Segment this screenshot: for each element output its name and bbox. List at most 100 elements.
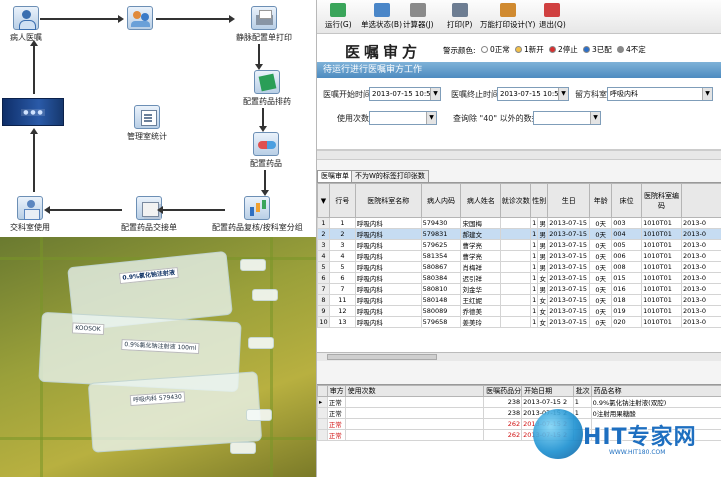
table-cell[interactable]: 0天 xyxy=(589,228,613,240)
table-cell[interactable] xyxy=(500,217,532,229)
table-cell[interactable]: 4 xyxy=(328,250,356,262)
table-cell[interactable] xyxy=(344,407,485,419)
table-cell[interactable]: 0天 xyxy=(589,283,613,295)
table-cell[interactable]: 男 xyxy=(537,283,549,295)
table-cell[interactable]: 5 xyxy=(328,261,356,273)
table-cell[interactable]: 呼吸内科 xyxy=(354,261,422,273)
col-use-count[interactable]: 使用次数 xyxy=(344,385,485,397)
table-cell[interactable]: 2013-07-15 xyxy=(547,239,591,251)
col-review[interactable]: 审方 xyxy=(326,385,346,397)
table-cell[interactable]: 正常 xyxy=(326,418,346,430)
chevron-down-icon[interactable]: ▼ xyxy=(702,88,712,100)
table-cell[interactable]: 郝建文 xyxy=(460,228,502,240)
tab-order-review[interactable]: 医嘱审单 xyxy=(317,170,353,182)
table-cell[interactable]: 238 xyxy=(483,396,523,408)
table-row[interactable]: 3 3 呼吸内科 579625 曹学亮 1 男 2013-07-15 0天 005 1010T01 2… xyxy=(317,239,721,251)
table-row[interactable]: 5 5 呼吸内科 580867 肖梅祥 1 男 2013-07-15 0天 008 1010T01 2… xyxy=(317,261,721,273)
table-cell[interactable]: 3 xyxy=(328,239,356,251)
table-cell[interactable]: 呼吸内科 xyxy=(354,305,422,317)
end-time-input[interactable]: 2013-07-15 10:54:05 ▼ xyxy=(497,87,569,101)
run-button[interactable]: 运行(G) xyxy=(325,3,352,31)
table-row[interactable]: 4 4 呼吸内科 581354 曹学亮 1 男 2013-07-15 0天 006 1010T01 2… xyxy=(317,250,721,262)
table-cell[interactable]: 曹学亮 xyxy=(460,239,502,251)
table-cell[interactable]: 2013-0 xyxy=(681,217,721,229)
table-cell[interactable]: 1010T01 xyxy=(641,261,683,273)
table-cell[interactable]: 003 xyxy=(611,217,643,229)
table-cell[interactable]: 2013-0 xyxy=(681,294,721,306)
table-cell[interactable]: 呼吸内科 xyxy=(354,294,422,306)
table-cell[interactable]: 1 xyxy=(530,294,539,306)
table-cell[interactable]: 肖梅祥 xyxy=(460,261,502,273)
table-cell[interactable]: 0天 xyxy=(589,261,613,273)
table-cell[interactable] xyxy=(317,418,328,430)
table-cell[interactable]: 2013-0 xyxy=(681,250,721,262)
table-cell[interactable]: 男 xyxy=(537,228,549,240)
table-cell[interactable]: 2013-07-15 xyxy=(547,305,591,317)
table-cell[interactable]: 2013-07-15 xyxy=(547,228,591,240)
chevron-down-icon[interactable]: ▼ xyxy=(430,88,440,100)
table-cell[interactable]: 迟引祥 xyxy=(460,272,502,284)
table-cell[interactable]: 2013-0 xyxy=(681,228,721,240)
table-cell[interactable]: 1010T01 xyxy=(641,217,683,229)
table-cell[interactable]: 2013-07-15 xyxy=(547,250,591,262)
table-cell[interactable]: 正常 xyxy=(326,407,346,419)
filter-scrollbar[interactable] xyxy=(317,150,721,160)
table-row[interactable]: 9 12 呼吸内科 580089 乔德美 1 女 2013-07-15 0天 019 1010T01… xyxy=(317,305,721,317)
scrollbar-thumb[interactable] xyxy=(327,354,437,360)
start-time-input[interactable]: 2013-07-15 10:54:05 ▼ xyxy=(369,87,441,101)
table-cell[interactable]: 3 xyxy=(317,239,330,251)
table-cell[interactable]: 579658 xyxy=(420,316,462,328)
table-cell[interactable] xyxy=(500,250,532,262)
table-cell[interactable]: 10 xyxy=(317,316,330,328)
table-cell[interactable]: 238 xyxy=(483,407,523,419)
col-birthday[interactable]: 生日 xyxy=(547,183,591,218)
table-cell[interactable]: 0天 xyxy=(589,217,613,229)
table-cell[interactable]: 2 xyxy=(328,228,356,240)
table-cell[interactable]: 2013-0 xyxy=(681,316,721,328)
table-cell[interactable]: 580384 xyxy=(420,272,462,284)
table-cell[interactable]: 1010T01 xyxy=(641,283,683,295)
table-cell[interactable]: 女 xyxy=(537,294,549,306)
table-cell[interactable]: 1 xyxy=(530,261,539,273)
table-cell[interactable]: 呼吸内科 xyxy=(354,283,422,295)
table-cell[interactable]: 男 xyxy=(537,250,549,262)
table-cell[interactable]: 0天 xyxy=(589,294,613,306)
table-cell[interactable]: 0天 xyxy=(589,305,613,317)
table-cell[interactable]: 1 xyxy=(530,239,539,251)
table-cell[interactable]: 2013-0 xyxy=(681,261,721,273)
table-cell[interactable]: 宋国梅 xyxy=(460,217,502,229)
table-cell[interactable]: 1010T01 xyxy=(641,272,683,284)
table-cell[interactable] xyxy=(500,272,532,284)
chevron-down-icon[interactable]: ▼ xyxy=(558,88,568,100)
table-cell[interactable] xyxy=(344,396,485,408)
table-cell[interactable] xyxy=(317,429,328,441)
table-cell[interactable]: 1 xyxy=(530,217,539,229)
table-row[interactable]: 8 11 呼吸内科 580148 王红妮 1 女 2013-07-15 0天 018 1010T01… xyxy=(317,294,721,306)
table-cell[interactable]: 2 xyxy=(317,228,330,240)
table-cell[interactable]: 020 xyxy=(611,316,643,328)
chevron-down-icon[interactable]: ▼ xyxy=(590,112,600,124)
table-cell[interactable]: 男 xyxy=(537,239,549,251)
table-cell[interactable]: 015 xyxy=(611,272,643,284)
table-cell[interactable]: 2013-07-15 xyxy=(547,217,591,229)
table-cell[interactable]: 1 xyxy=(530,272,539,284)
table-cell[interactable]: 1010T01 xyxy=(641,294,683,306)
table-cell[interactable]: 2013-07-15 xyxy=(547,261,591,273)
col-patient-name[interactable]: 病人姓名 xyxy=(460,183,502,218)
col-extra[interactable] xyxy=(681,183,721,218)
table-cell[interactable]: 1010T01 xyxy=(641,250,683,262)
patient-grid-scrollbar[interactable] xyxy=(317,352,721,361)
table-row[interactable]: 2 2 呼吸内科 579831 郝建文 1 男 2013-07-15 0天 004 1010T01 2… xyxy=(317,228,721,240)
col-batch[interactable]: 批次 xyxy=(572,385,592,397)
table-cell[interactable]: 女 xyxy=(537,316,549,328)
table-cell[interactable]: 262 xyxy=(483,429,523,441)
table-cell[interactable]: 呼吸内科 xyxy=(354,316,422,328)
table-cell[interactable]: 0天 xyxy=(589,239,613,251)
table-cell[interactable]: 7 xyxy=(328,283,356,295)
single-select-button[interactable]: 单选状态(B) xyxy=(361,3,402,31)
query-exclude-select[interactable]: ▼ xyxy=(533,111,601,125)
table-cell[interactable]: 女 xyxy=(537,272,549,284)
table-cell[interactable] xyxy=(317,407,328,419)
dept-select[interactable]: 呼吸内科 ▼ xyxy=(607,87,713,101)
table-cell[interactable]: 1 xyxy=(317,217,330,229)
